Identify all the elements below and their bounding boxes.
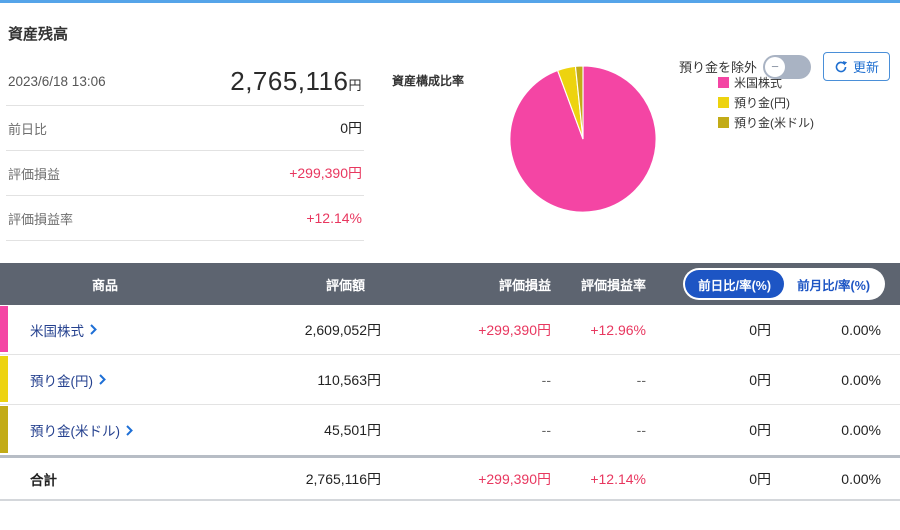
row-link-us-stocks[interactable]: 米国株式 bbox=[0, 320, 210, 340]
top-accent-line bbox=[0, 0, 900, 3]
row-name: 預り金(米ドル) bbox=[30, 424, 120, 439]
chevron-right-icon bbox=[90, 324, 97, 335]
pl-label: 評価損益 bbox=[8, 166, 61, 182]
total-day-change: 0円 bbox=[749, 470, 771, 487]
row-color-bar bbox=[0, 406, 8, 453]
main-content: 2023/6/18 13:06 2,765,116円 前日比 0円 評価損益 +… bbox=[0, 58, 900, 241]
row-link-deposit-usd[interactable]: 預り金(米ドル) bbox=[0, 420, 210, 440]
header-valuation: 評価額 bbox=[325, 277, 365, 293]
pl-rate-label: 評価損益率 bbox=[8, 211, 74, 227]
header-pl: 評価損益 bbox=[498, 277, 551, 293]
total-row: 2023/6/18 13:06 2,765,116円 bbox=[6, 58, 364, 106]
cell-pl-rate: +12.96% bbox=[590, 321, 646, 338]
chart-legend: 米国株式 預り金(円) 預り金(米ドル) bbox=[718, 74, 814, 241]
cell-day-change: 0円 bbox=[749, 321, 771, 338]
pl-rate-row: 評価損益率 +12.14% bbox=[6, 196, 364, 241]
total-label: 合計 bbox=[30, 472, 57, 488]
total-asset-value: 2,765,116円 bbox=[230, 66, 362, 97]
row-name: 米国株式 bbox=[30, 323, 84, 339]
table-total-row: 合計 2,765,116円 +299,390円 +12.14% 0円 0.00% bbox=[0, 455, 900, 501]
pie-chart-container bbox=[508, 64, 658, 241]
header-pl-rate: 評価損益率 bbox=[580, 277, 646, 293]
cell-day-change: 0円 bbox=[749, 422, 771, 438]
cell-pl-rate: -- bbox=[636, 371, 646, 388]
refresh-label: 更新 bbox=[852, 60, 879, 75]
cell-pl-rate: -- bbox=[636, 422, 646, 438]
total-asset-unit: 円 bbox=[348, 78, 362, 93]
total-valuation: 2,765,116円 bbox=[305, 470, 381, 487]
table-row-deposit-jpy: 預り金(円) 110,563円 -- -- 0円 0.00% bbox=[0, 355, 900, 405]
cell-valuation: 2,609,052円 bbox=[304, 321, 381, 338]
controls-bar: 預り金を除外 − 更新 bbox=[679, 52, 890, 81]
as-of-timestamp: 2023/6/18 13:06 bbox=[8, 74, 106, 89]
pl-rate-value: +12.14% bbox=[306, 210, 362, 226]
legend-swatch-deposit-jpy bbox=[718, 97, 730, 108]
legend-item: 預り金(米ドル) bbox=[718, 114, 814, 131]
cell-day-rate: 0.00% bbox=[841, 422, 881, 438]
cell-pl: -- bbox=[541, 422, 551, 438]
cell-day-rate: 0.00% bbox=[841, 371, 881, 388]
chevron-right-icon bbox=[99, 374, 106, 385]
cell-pl: +299,390円 bbox=[478, 321, 551, 338]
pie-chart bbox=[509, 65, 657, 213]
total-asset-number: 2,765,116 bbox=[230, 66, 349, 96]
asset-composition-section: 資産構成比率 米国株式 預り金(円) 預り金(米ドル) bbox=[364, 58, 900, 241]
row-color-bar bbox=[0, 356, 8, 402]
segment-month-change[interactable]: 前月比/率(%) bbox=[784, 270, 883, 298]
cell-day-change: 0円 bbox=[749, 371, 771, 388]
summary-panel: 2023/6/18 13:06 2,765,116円 前日比 0円 評価損益 +… bbox=[6, 58, 364, 241]
table-header: 商品 評価額 評価損益 評価損益率 前日比/率(%) 前月比/率(%) bbox=[0, 263, 900, 305]
day-change-value: 0円 bbox=[340, 120, 362, 136]
header-product: 商品 bbox=[91, 277, 118, 293]
day-change-label: 前日比 bbox=[8, 121, 48, 137]
table-row-us-stocks: 米国株式 2,609,052円 +299,390円 +12.96% 0円 0.0… bbox=[0, 305, 900, 355]
toggle-knob[interactable]: − bbox=[764, 56, 785, 77]
refresh-icon bbox=[834, 60, 848, 74]
pl-value: +299,390円 bbox=[289, 165, 362, 181]
cell-day-rate: 0.00% bbox=[841, 321, 881, 338]
exclude-deposit-toggle[interactable]: − bbox=[762, 54, 811, 79]
exclude-deposit-toggle-group: 預り金を除外 − bbox=[678, 54, 811, 79]
cell-valuation: 110,563円 bbox=[317, 371, 381, 388]
holdings-table: 商品 評価額 評価損益 評価損益率 前日比/率(%) 前月比/率(%) 米国株式… bbox=[0, 263, 900, 501]
legend-swatch-deposit-usd bbox=[718, 117, 730, 128]
table-row-deposit-usd: 預り金(米ドル) 45,501円 -- -- 0円 0.00% bbox=[0, 405, 900, 455]
total-pl-rate: +12.14% bbox=[590, 470, 646, 487]
period-segmented-control: 前日比/率(%) 前月比/率(%) bbox=[683, 268, 885, 300]
page-title: 資産残高 bbox=[8, 26, 69, 43]
chart-title: 資産構成比率 bbox=[392, 74, 465, 88]
toggle-label: 預り金を除外 bbox=[678, 60, 757, 75]
day-change-row: 前日比 0円 bbox=[6, 106, 364, 151]
total-pl: +299,390円 bbox=[478, 470, 551, 487]
pl-row: 評価損益 +299,390円 bbox=[6, 151, 364, 196]
total-day-rate: 0.00% bbox=[841, 470, 881, 487]
legend-item: 預り金(円) bbox=[718, 94, 814, 111]
chevron-right-icon bbox=[126, 424, 133, 436]
legend-label-deposit-usd: 預り金(米ドル) bbox=[734, 116, 815, 130]
row-color-bar bbox=[0, 306, 8, 352]
cell-valuation: 45,501円 bbox=[324, 422, 381, 438]
cell-pl: -- bbox=[541, 371, 551, 388]
segment-day-change[interactable]: 前日比/率(%) bbox=[685, 270, 785, 298]
refresh-button[interactable]: 更新 bbox=[822, 52, 890, 81]
row-name: 預り金(円) bbox=[30, 373, 93, 389]
row-link-deposit-jpy[interactable]: 預り金(円) bbox=[0, 370, 210, 390]
legend-label-deposit-jpy: 預り金(円) bbox=[734, 96, 791, 110]
